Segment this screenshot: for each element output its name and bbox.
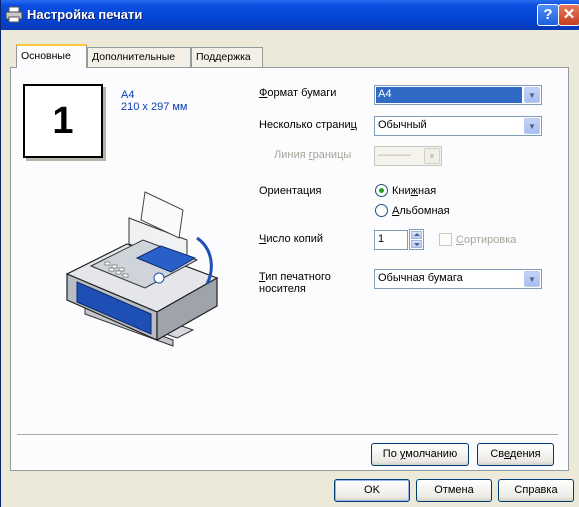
- help-title-button[interactable]: ?: [537, 4, 559, 26]
- multi-page-label: Несколько страниц: [259, 119, 357, 131]
- multi-page-select[interactable]: Обычный ▼: [374, 116, 542, 136]
- paper-name-text: A4: [121, 89, 135, 101]
- media-type-select[interactable]: Обычная бумага ▼: [374, 269, 542, 289]
- copies-label: Число копий: [259, 233, 324, 245]
- chevron-down-icon[interactable]: ▼: [524, 87, 540, 103]
- border-line-label: Линия границы: [274, 149, 352, 161]
- collate-checkbox[interactable]: [439, 233, 452, 246]
- chevron-down-icon[interactable]: ▼: [524, 271, 540, 287]
- media-type-label-line2: носителя: [259, 283, 306, 295]
- chevron-down-icon[interactable]: ▼: [524, 118, 540, 134]
- tab-advanced[interactable]: Дополнительные: [87, 47, 191, 67]
- page-preview: 1: [23, 84, 103, 158]
- chevron-down-icon[interactable]: ▼: [424, 148, 440, 164]
- spin-down-icon[interactable]: [411, 240, 422, 248]
- paper-size-label: Формат бумаги: [259, 87, 337, 99]
- portrait-label[interactable]: Книжная: [392, 185, 436, 197]
- printer-icon: [5, 6, 23, 23]
- media-type-value: Обычная бумага: [378, 272, 463, 284]
- fax-machine-image: [65, 191, 219, 347]
- about-button[interactable]: Сведения: [477, 443, 554, 466]
- multi-page-value: Обычный: [378, 119, 427, 131]
- window-title: Настройка печати: [27, 7, 143, 22]
- tab-main[interactable]: Основные: [16, 44, 87, 68]
- defaults-button[interactable]: По умолчанию: [371, 443, 469, 466]
- cancel-button[interactable]: Отмена: [416, 479, 492, 502]
- print-settings-window: Настройка печати ? ✕ Основные Дополнител…: [0, 0, 579, 507]
- copies-spinner[interactable]: [409, 229, 424, 250]
- title-bar[interactable]: Настройка печати ? ✕: [1, 0, 579, 30]
- spin-up-icon[interactable]: [411, 231, 422, 239]
- paper-size-value: A4: [378, 88, 392, 100]
- orientation-label: Ориентация: [259, 185, 322, 197]
- border-line-value: ———: [378, 149, 411, 161]
- preview-page-number: 1: [52, 100, 74, 142]
- paper-size-select[interactable]: A4 ▼: [374, 85, 542, 105]
- media-type-label: Тип печатного: [259, 271, 331, 283]
- copies-input[interactable]: 1: [374, 230, 408, 250]
- portrait-radio[interactable]: [375, 184, 388, 197]
- tab-support[interactable]: Поддержка: [191, 47, 263, 67]
- paper-dimensions-text: 210 x 297 мм: [121, 101, 188, 113]
- close-button[interactable]: ✕: [558, 4, 579, 26]
- ok-button[interactable]: OK: [334, 479, 410, 502]
- separator: [17, 434, 558, 436]
- landscape-radio[interactable]: [375, 204, 388, 217]
- help-button[interactable]: Справка: [498, 479, 574, 502]
- border-line-select[interactable]: ——— ▼: [374, 146, 442, 166]
- collate-label[interactable]: Сортировка: [456, 234, 516, 246]
- landscape-label[interactable]: Альбомная: [392, 205, 450, 217]
